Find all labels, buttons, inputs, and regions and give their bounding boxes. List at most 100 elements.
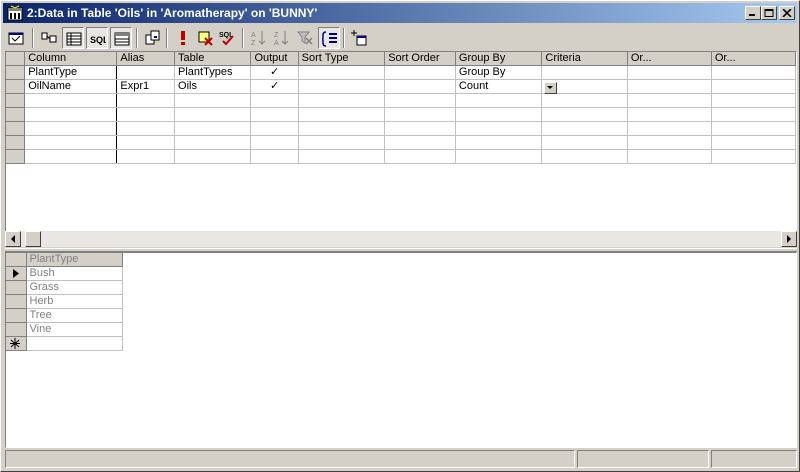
criteria-cell-sort-order[interactable]	[384, 65, 456, 80]
criteria-cell[interactable]	[541, 107, 628, 122]
results-cell[interactable]: Bush	[26, 266, 123, 281]
column-header-group-by[interactable]: Group By	[455, 52, 543, 66]
criteria-cell-alias[interactable]	[116, 65, 176, 80]
properties-button[interactable]	[5, 27, 27, 49]
criteria-cell[interactable]	[384, 93, 456, 108]
change-query-type-button[interactable]	[142, 27, 164, 49]
column-header-alias[interactable]: Alias	[116, 52, 176, 66]
row-selector[interactable]	[6, 135, 26, 150]
criteria-cell[interactable]	[250, 149, 299, 164]
criteria-cell[interactable]	[455, 107, 543, 122]
criteria-cell[interactable]	[24, 149, 118, 164]
group-by-button[interactable]	[318, 27, 340, 49]
results-column-header[interactable]: PlantType	[26, 253, 123, 267]
criteria-cell-or[interactable]	[627, 65, 712, 80]
criteria-cell[interactable]	[711, 121, 796, 136]
criteria-cell[interactable]	[541, 149, 628, 164]
column-header-sort-type[interactable]: Sort Type	[298, 52, 386, 66]
criteria-cell-group-by[interactable]: Group By	[455, 65, 543, 80]
criteria-cell-table[interactable]: Oils	[174, 79, 252, 94]
row-selector[interactable]	[6, 149, 26, 164]
group-by-dropdown-button[interactable]	[544, 82, 557, 94]
results-cell[interactable]: Tree	[26, 308, 123, 323]
criteria-cell-or[interactable]	[711, 79, 796, 94]
criteria-cell[interactable]	[298, 135, 386, 150]
row-selector[interactable]	[6, 294, 27, 309]
criteria-cell[interactable]	[116, 121, 176, 136]
remove-filter-button[interactable]	[294, 27, 316, 49]
criteria-cell[interactable]	[298, 121, 386, 136]
criteria-cell-group-by[interactable]: Count	[455, 79, 543, 94]
criteria-cell[interactable]	[455, 121, 543, 136]
show-results-pane-button[interactable]	[110, 27, 132, 49]
criteria-cell[interactable]	[298, 149, 386, 164]
column-header-column[interactable]: Column	[24, 52, 118, 66]
criteria-cell[interactable]	[174, 149, 252, 164]
criteria-cell[interactable]	[250, 107, 299, 122]
column-header-criteria[interactable]: Criteria	[541, 52, 628, 66]
sort-ascending-button[interactable]: AZ	[248, 27, 270, 49]
criteria-cell[interactable]	[455, 93, 543, 108]
criteria-cell-sort-order[interactable]	[384, 79, 456, 94]
close-button[interactable]	[779, 6, 795, 20]
show-diagram-pane-button[interactable]	[38, 27, 60, 49]
criteria-cell[interactable]	[711, 93, 796, 108]
criteria-cell[interactable]	[174, 135, 252, 150]
criteria-cell[interactable]	[455, 135, 543, 150]
criteria-cell[interactable]	[711, 135, 796, 150]
criteria-cell[interactable]	[627, 121, 712, 136]
criteria-cell[interactable]	[116, 107, 176, 122]
criteria-cell[interactable]	[627, 93, 712, 108]
criteria-cell[interactable]	[116, 93, 176, 108]
scroll-left-button[interactable]	[5, 231, 21, 247]
row-selector[interactable]	[6, 79, 26, 94]
column-header-sort-order[interactable]: Sort Order	[384, 52, 456, 66]
show-criteria-pane-button[interactable]	[62, 27, 84, 49]
minimize-button[interactable]	[745, 6, 761, 20]
criteria-cell[interactable]	[24, 93, 118, 108]
row-selector[interactable]	[6, 107, 26, 122]
title-bar[interactable]: 2:Data in Table 'Oils' in 'Aromatherapy'…	[3, 3, 797, 23]
criteria-cell[interactable]	[24, 107, 118, 122]
criteria-cell-or[interactable]	[627, 79, 712, 94]
show-sql-pane-button[interactable]: SQL	[86, 27, 108, 49]
add-table-button[interactable]	[348, 27, 370, 49]
results-cell-new[interactable]	[26, 336, 123, 351]
criteria-cell[interactable]	[24, 135, 118, 150]
column-header-table[interactable]: Table	[174, 52, 252, 66]
sort-descending-button[interactable]: ZA	[271, 27, 293, 49]
row-selector[interactable]	[6, 308, 27, 323]
criteria-cell-output-checkbox[interactable]: ✓	[250, 65, 299, 80]
criteria-cell-criteria[interactable]	[541, 65, 628, 80]
row-selector[interactable]	[6, 93, 26, 108]
criteria-cell[interactable]	[711, 107, 796, 122]
row-selector[interactable]	[6, 121, 26, 136]
criteria-cell[interactable]	[24, 121, 118, 136]
maximize-button[interactable]	[761, 6, 777, 20]
criteria-cell-column[interactable]: OilName	[24, 79, 118, 94]
criteria-cell[interactable]	[711, 149, 796, 164]
results-cell[interactable]: Vine	[26, 322, 123, 337]
verify-sql-button[interactable]: SQL	[216, 27, 238, 49]
criteria-cell[interactable]	[174, 93, 252, 108]
run-button[interactable]	[172, 27, 194, 49]
criteria-cell[interactable]	[298, 93, 386, 108]
column-header-or-1[interactable]: Or...	[627, 52, 712, 66]
criteria-cell[interactable]	[250, 121, 299, 136]
criteria-cell-output-checkbox[interactable]: ✓	[250, 79, 299, 94]
criteria-cell-sort-type[interactable]	[298, 65, 386, 80]
cancel-query-button[interactable]	[194, 27, 216, 49]
criteria-cell[interactable]	[174, 107, 252, 122]
criteria-cell[interactable]	[250, 93, 299, 108]
criteria-cell[interactable]	[627, 149, 712, 164]
criteria-cell[interactable]	[384, 135, 456, 150]
criteria-cell[interactable]	[116, 149, 176, 164]
row-selector[interactable]	[6, 336, 27, 351]
criteria-horizontal-scrollbar[interactable]	[5, 231, 797, 247]
criteria-cell-alias[interactable]: Expr1	[116, 79, 176, 94]
criteria-cell[interactable]	[627, 107, 712, 122]
scroll-right-button[interactable]	[781, 231, 797, 247]
row-selector[interactable]	[6, 322, 27, 337]
criteria-cell-sort-type[interactable]	[298, 79, 386, 94]
criteria-cell[interactable]	[541, 135, 628, 150]
